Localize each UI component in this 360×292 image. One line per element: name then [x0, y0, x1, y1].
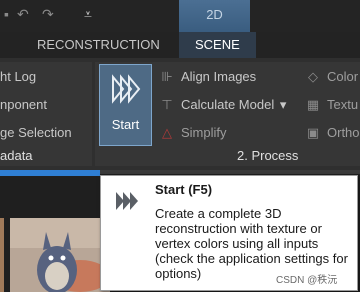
texture-icon: ▦	[306, 97, 320, 112]
ortho-button[interactable]: ▣ Ortho	[305, 125, 360, 141]
simplify-label: Simplify	[181, 125, 227, 140]
quick-access-bar: ▪ ↶ ↷ ⩡ 2D	[0, 0, 360, 32]
tab-reconstruction[interactable]: RECONSTRUCTION	[37, 32, 160, 58]
calculate-model-icon: ⊤	[161, 97, 173, 112]
color-label: Color	[327, 69, 359, 84]
simplify-button[interactable]: △ Simplify	[159, 125, 227, 141]
customize-menu-icon[interactable]: ⩡	[84, 6, 92, 23]
color-button[interactable]: ◇ Color	[305, 69, 358, 85]
align-images-button[interactable]: ⊪ Align Images	[159, 69, 256, 85]
ribbon-panel: ht Log nponent ge Selection adata Start …	[0, 58, 360, 170]
color-icon: ◇	[308, 69, 318, 84]
watermark-text: CSDN @秩沅	[276, 275, 338, 286]
image-selection-item[interactable]: ge Selection	[0, 125, 72, 140]
align-images-icon: ⊪	[161, 69, 173, 84]
tab-scene[interactable]: SCENE	[179, 32, 256, 58]
calculate-model-label: Calculate Model	[181, 97, 275, 112]
ortho-icon: ▣	[306, 125, 320, 140]
align-images-label: Align Images	[181, 69, 257, 84]
start-arrows-icon	[112, 74, 141, 104]
process-group-title: 2. Process	[237, 148, 299, 163]
active-panel-indicator	[0, 170, 100, 176]
light-log-item[interactable]: ht Log	[0, 69, 36, 84]
start-arrows-icon	[116, 192, 138, 210]
redo-icon[interactable]: ↷	[42, 6, 54, 23]
totoro-figure-image	[10, 218, 110, 292]
texture-button[interactable]: ▦ Textu	[305, 97, 358, 113]
ribbon-tab-row: RECONSTRUCTION SCENE	[0, 32, 360, 58]
component-item[interactable]: nponent	[0, 97, 47, 112]
tooltip-description: Create a complete 3D reconstruction with…	[155, 206, 348, 281]
ortho-label: Ortho	[327, 125, 360, 140]
metadata-group-title: adata	[0, 148, 33, 163]
start-button[interactable]: Start	[99, 64, 152, 146]
texture-label: Textu	[327, 97, 359, 112]
panel-divider	[100, 170, 360, 174]
image-thumbnail[interactable]	[0, 218, 4, 292]
save-icon[interactable]: ▪	[4, 6, 9, 22]
tooltip-title: Start (F5)	[155, 182, 213, 197]
chevron-down-icon[interactable]: ▾	[280, 97, 287, 112]
context-tab-2d[interactable]: 2D	[179, 0, 250, 32]
start-label: Start	[111, 117, 140, 132]
calculate-model-button[interactable]: ⊤ Calculate Model ▾	[159, 97, 286, 113]
image-thumbnail-totoro[interactable]	[10, 218, 110, 292]
simplify-icon: △	[162, 125, 172, 140]
undo-icon[interactable]: ↶	[17, 6, 29, 23]
